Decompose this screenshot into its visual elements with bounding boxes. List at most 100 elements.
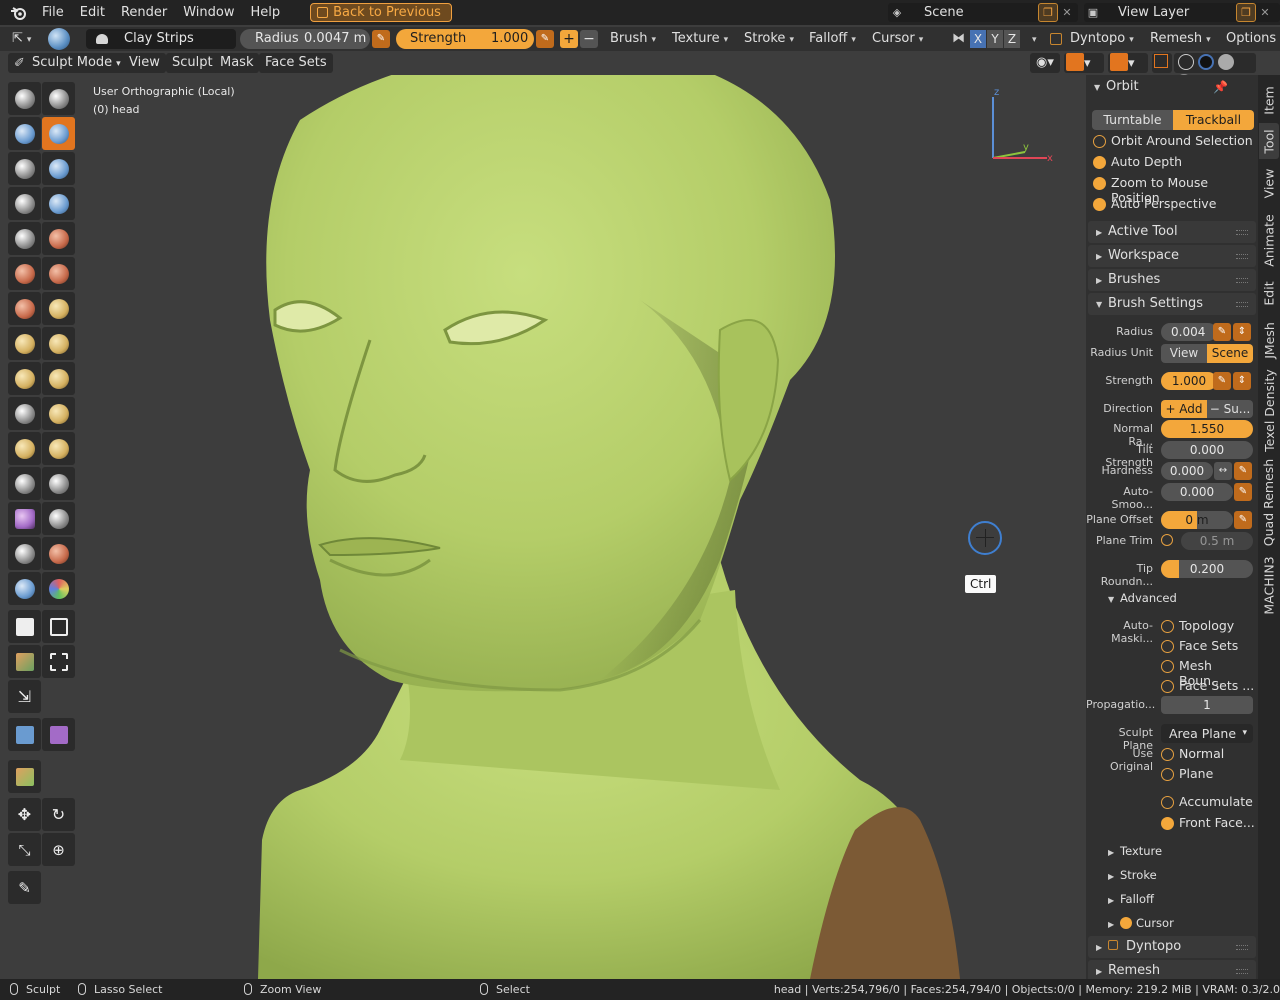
bs-strength-unified-icon[interactable]: ⇕ <box>1233 372 1251 390</box>
bs-radius-unit-icon[interactable]: ⇕ <box>1233 323 1251 341</box>
view-layer-selector[interactable]: ▣ View Layer ❐ ✕ <box>1084 3 1280 22</box>
tab-texel-density[interactable]: Texel Density <box>1259 367 1279 453</box>
cloth-tool[interactable] <box>8 502 41 535</box>
options-menu[interactable]: Options▾ <box>1220 29 1280 49</box>
fill-tool[interactable] <box>42 257 75 290</box>
dyntopo-panel-header[interactable]: ▶ Dyntopo <box>1088 936 1256 958</box>
multiplane-scrape-tool[interactable] <box>42 292 75 325</box>
strength-pressure-icon[interactable]: ✎ <box>536 30 554 48</box>
tab-machin3[interactable]: MACHIN3 <box>1259 553 1279 617</box>
pose-tool[interactable] <box>42 397 75 430</box>
automask-face-sets-boundary-checkbox[interactable]: Face Sets ... <box>1161 678 1254 693</box>
scrape-tool[interactable] <box>8 292 41 325</box>
clay-thumb-tool[interactable] <box>8 152 41 185</box>
mask-menu[interactable]: Mask <box>214 53 260 73</box>
scale-tool[interactable]: ⤡ <box>8 833 41 866</box>
remesh-panel-header[interactable]: ▶ Remesh <box>1088 960 1256 979</box>
box-face-set-tool[interactable] <box>8 645 41 678</box>
cloth-filter-tool[interactable] <box>42 718 75 751</box>
use-original-plane-checkbox[interactable]: Plane <box>1161 766 1213 781</box>
mode-selector[interactable]: ✐ Sculpt Mode ▾ <box>8 53 127 73</box>
cursor-menu[interactable]: Cursor ▾ <box>866 29 929 49</box>
tool-settings-dropdown[interactable]: ⇱ ▾ <box>6 29 40 49</box>
front-faces-only-checkbox[interactable]: Front Face... <box>1161 815 1255 830</box>
bs-normal-radius-slider[interactable]: 1.550 <box>1161 420 1253 438</box>
rotate-brush-tool[interactable] <box>42 432 75 465</box>
cursor-subpanel-header[interactable]: ▶ Cursor <box>1108 916 1174 930</box>
brush-menu[interactable]: Brush ▾ <box>604 29 662 49</box>
mesh-filter-tool[interactable] <box>8 718 41 751</box>
inflate-tool[interactable] <box>8 187 41 220</box>
unit-view-button[interactable]: View <box>1161 344 1207 363</box>
back-to-previous-button[interactable]: Back to Previous <box>310 3 452 22</box>
remove-view-layer-icon[interactable]: ✕ <box>1256 6 1274 19</box>
symmetry-x-toggle[interactable]: X <box>970 30 986 48</box>
multires-displacement-eraser-tool[interactable] <box>8 572 41 605</box>
bs-hardness-pressure-icon[interactable]: ✎ <box>1234 462 1252 480</box>
bs-plane-trim-checkbox[interactable] <box>1161 534 1173 546</box>
turntable-button[interactable]: Turntable <box>1092 110 1173 130</box>
advanced-subpanel-header[interactable]: ▼ Advanced <box>1108 591 1177 605</box>
tab-view[interactable]: View <box>1259 161 1279 205</box>
tab-jmesh[interactable]: JMesh <box>1259 315 1279 365</box>
box-trim-tool[interactable] <box>42 645 75 678</box>
bs-autosmooth-slider[interactable]: 0.000 <box>1161 483 1233 501</box>
line-project-tool[interactable]: ⇲ <box>8 680 41 713</box>
flatten-tool[interactable] <box>8 257 41 290</box>
radius-pressure-icon[interactable]: ✎ <box>372 30 390 48</box>
symmetry-z-toggle[interactable]: Z <box>1004 30 1020 48</box>
slide-relax-tool[interactable] <box>8 467 41 500</box>
solid-shading-icon[interactable] <box>1198 54 1215 70</box>
auto-perspective-checkbox[interactable]: Auto Perspective <box>1093 196 1216 211</box>
menu-help[interactable]: Help <box>243 0 289 25</box>
elastic-deform-tool[interactable] <box>8 362 41 395</box>
automask-face-sets-checkbox[interactable]: Face Sets <box>1161 638 1238 653</box>
smooth-tool[interactable] <box>42 222 75 255</box>
remesh-menu[interactable]: Remesh ▾ <box>1144 29 1217 49</box>
bs-tilt-slider[interactable]: 0.000 <box>1161 441 1253 459</box>
brushes-panel-header[interactable]: ▶ Brushes <box>1088 269 1256 291</box>
face-sets-menu[interactable]: Face Sets <box>259 53 333 73</box>
tab-quad-remesh[interactable]: Quad Remesh <box>1259 457 1279 547</box>
clay-strips-brush-icon[interactable] <box>48 28 70 50</box>
falloff-subpanel-header[interactable]: ▶ Falloff <box>1108 892 1154 906</box>
box-mask-tool[interactable] <box>8 610 41 643</box>
gizmo-toggle[interactable]: ▾ <box>1064 53 1104 73</box>
tab-item[interactable]: Item <box>1259 79 1279 121</box>
cursor-enabled-checkbox[interactable] <box>1120 917 1132 929</box>
tab-edit[interactable]: Edit <box>1259 273 1279 313</box>
clay-tool[interactable] <box>8 117 41 150</box>
active-tool-panel-header[interactable]: ▶ Active Tool <box>1088 221 1256 243</box>
simplify-tool[interactable] <box>42 502 75 535</box>
symmetry-options-dropdown[interactable]: ▾ <box>1022 29 1042 49</box>
overlays-toggle[interactable]: ▾ <box>1108 53 1148 73</box>
multires-displacement-smear-tool[interactable] <box>42 572 75 605</box>
bs-tip-roundness-slider[interactable]: 0.200 <box>1161 560 1253 578</box>
dyntopo-panel-checkbox[interactable] <box>1108 940 1118 950</box>
texture-menu[interactable]: Texture ▾ <box>666 29 734 49</box>
bs-hardness-invert-icon[interactable]: ↔ <box>1214 462 1232 480</box>
annotate-tool[interactable]: ✎ <box>8 871 41 904</box>
bs-radius-field[interactable]: 0.004 <box>1161 323 1217 341</box>
menu-edit[interactable]: Edit <box>72 0 113 25</box>
pinch-tool[interactable] <box>8 327 41 360</box>
snake-hook-tool[interactable] <box>42 362 75 395</box>
orbit-panel-header[interactable]: ▼ Orbit 📌 <box>1086 76 1258 98</box>
brush-settings-panel-header[interactable]: ▼ Brush Settings <box>1088 293 1256 315</box>
xray-toggle[interactable] <box>1152 53 1172 73</box>
accumulate-checkbox[interactable]: Accumulate <box>1161 794 1253 809</box>
bs-radius-pressure-icon[interactable]: ✎ <box>1213 323 1231 341</box>
symmetry-y-toggle[interactable]: Y <box>987 30 1003 48</box>
radius-slider[interactable]: Radius 0.0047 m <box>240 29 370 49</box>
automask-topology-checkbox[interactable]: Topology <box>1161 618 1234 633</box>
nudge-tool[interactable] <box>8 432 41 465</box>
shading-mode-buttons[interactable] <box>1174 53 1256 90</box>
direction-subtract-button[interactable]: − <box>580 30 598 48</box>
object-visibility-dropdown[interactable]: ◉▾ <box>1030 53 1060 73</box>
bs-strength-field[interactable]: 1.000 <box>1161 372 1217 390</box>
draw-brush-tool[interactable] <box>8 82 41 115</box>
layer-tool[interactable] <box>42 152 75 185</box>
grab-tool[interactable] <box>42 327 75 360</box>
tab-tool[interactable]: Tool <box>1259 123 1279 159</box>
propagation-steps-field[interactable]: 1 <box>1161 696 1253 714</box>
